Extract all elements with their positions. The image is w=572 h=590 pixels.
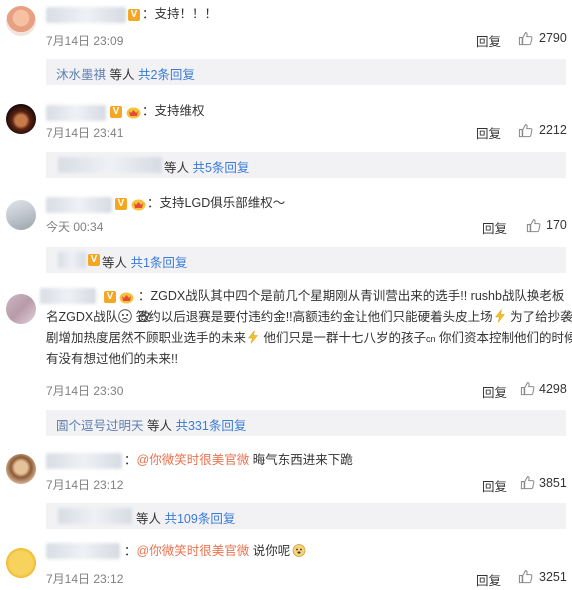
sub-replies-box[interactable]: 等人 共5条回复	[46, 152, 566, 178]
reply-count-link[interactable]: 共5条回复	[192, 161, 249, 175]
crown-badge-icon	[131, 199, 146, 211]
avatar[interactable]	[6, 200, 36, 230]
comment-text: ：支持！！！	[142, 7, 218, 21]
sub-replies-box[interactable]: 沐水墨祺 等人 共2条回复	[46, 59, 566, 85]
sub-replies-box[interactable]: 等人 共109条回复	[46, 503, 566, 529]
comment-text: ：@你微笑时很美官微 说你呢	[124, 541, 306, 562]
comment-time: 今天 00:34	[46, 220, 104, 234]
replier-name[interactable]: 圄个逗号过明天	[56, 419, 144, 433]
comment-time: 7月14日 23:09	[46, 34, 124, 48]
comment-text-line: 剧增加热度居然不顾职业选手的未来 他们只是一群十七八岁的孩子cn 你们资本控制他…	[46, 330, 572, 345]
like-count: 170	[546, 218, 567, 232]
comment-text: ：@你微笑时很美官微 晦气东西进来下跪	[124, 453, 353, 467]
thumbs-up-icon[interactable]	[520, 475, 535, 490]
v-badge-icon: V	[104, 291, 116, 303]
comment-item: ：@你微笑时很美官微 晦气东西进来下跪 7月14日 23:12 回复 3851 …	[0, 446, 572, 532]
like-count: 3251	[539, 570, 567, 584]
like-count: 2790	[539, 31, 567, 45]
sub-replies-box[interactable]: V 等人 共1条回复	[46, 247, 566, 273]
thumbs-up-icon[interactable]	[518, 123, 533, 138]
reply-button[interactable]: 回复	[476, 31, 501, 50]
avatar[interactable]	[6, 104, 36, 134]
crown-badge-icon	[126, 107, 141, 119]
mention-link[interactable]: @你微笑时很美官微	[137, 544, 250, 558]
replier-name-blurred[interactable]	[58, 157, 162, 173]
comment-item: V ：ZGDX战队其中四个是前几个星期刚从青训营出来的选手!! rushb战队换…	[0, 286, 572, 436]
lightning-emoji-icon	[494, 309, 505, 323]
replier-name[interactable]: 沐水墨祺	[56, 68, 106, 82]
reply-button[interactable]: 回复	[476, 123, 501, 142]
avatar[interactable]	[6, 454, 36, 484]
thumbs-up-icon[interactable]	[518, 31, 533, 46]
thumbs-up-icon[interactable]	[526, 218, 541, 233]
replier-name-blurred[interactable]	[58, 508, 132, 524]
like-count: 2212	[539, 123, 567, 137]
username-blurred[interactable]	[46, 543, 120, 559]
crown-badge-icon	[119, 292, 134, 304]
avatar[interactable]	[6, 548, 36, 578]
comment-text: ：支持维权	[142, 104, 205, 118]
lightning-emoji-icon	[247, 330, 259, 344]
reply-count-link[interactable]: 共109条回复	[164, 512, 235, 526]
comment-time: 7月14日 23:30	[46, 384, 124, 398]
reply-button[interactable]: 回复	[476, 570, 501, 589]
reply-count-link[interactable]: 共1条回复	[130, 256, 187, 270]
reply-button[interactable]: 回复	[482, 382, 507, 401]
doge-emoji-icon	[292, 544, 306, 557]
comment-text-line: 名ZGDX战队 签约以后退赛是要付违约金!!高额违约金让他们只能硬着头皮上场 为…	[46, 309, 572, 324]
comment-time: 7月14日 23:12	[46, 478, 124, 492]
comment-item: ：@你微笑时很美官微 说你呢 7月14日 23:12 回复 3251	[0, 540, 572, 590]
comment-text-line: 有没有想过他们的未来!!	[46, 352, 178, 366]
avatar[interactable]	[6, 6, 36, 36]
v-badge-icon: V	[110, 106, 122, 118]
comment-time: 7月14日 23:41	[46, 126, 124, 140]
username-blurred[interactable]	[46, 7, 126, 23]
avatar[interactable]	[6, 294, 36, 324]
v-badge-icon: V	[88, 254, 100, 266]
reply-button[interactable]: 回复	[482, 476, 507, 495]
username-blurred[interactable]	[46, 105, 106, 121]
reply-button[interactable]: 回复	[482, 218, 507, 237]
username-blurred[interactable]	[46, 197, 112, 213]
comment-item: V ：支持LGD俱乐部维权～ 今天 00:34 回复 170 V 等人 共1条回…	[0, 192, 572, 278]
v-badge-icon: V	[115, 198, 127, 210]
v-badge-icon: V	[128, 9, 140, 21]
comment-text: ：支持LGD俱乐部维权～	[147, 196, 286, 210]
cry-emoji-icon	[118, 309, 133, 323]
thumbs-up-icon[interactable]	[520, 381, 535, 396]
like-count: 4298	[539, 382, 567, 396]
comment-item: V ：支持维权 7月14日 23:41 回复 2212 等人 共5条回复	[0, 96, 572, 182]
thumbs-up-icon[interactable]	[518, 569, 533, 584]
like-count: 3851	[539, 476, 567, 490]
reply-count-link[interactable]: 共2条回复	[138, 68, 195, 82]
reply-count-link[interactable]: 共331条回复	[175, 419, 246, 433]
replier-name-blurred[interactable]	[58, 252, 86, 268]
comment-item: V ：支持！！！ 7月14日 23:09 回复 2790 沐水墨祺 等人 共2条…	[0, 0, 572, 86]
sub-replies-box[interactable]: 圄个逗号过明天 等人 共331条回复	[46, 410, 566, 436]
username-blurred[interactable]	[46, 453, 122, 469]
mention-link[interactable]: @你微笑时很美官微	[137, 453, 250, 467]
comment-time: 7月14日 23:12	[46, 572, 124, 586]
username-blurred[interactable]	[40, 288, 96, 304]
